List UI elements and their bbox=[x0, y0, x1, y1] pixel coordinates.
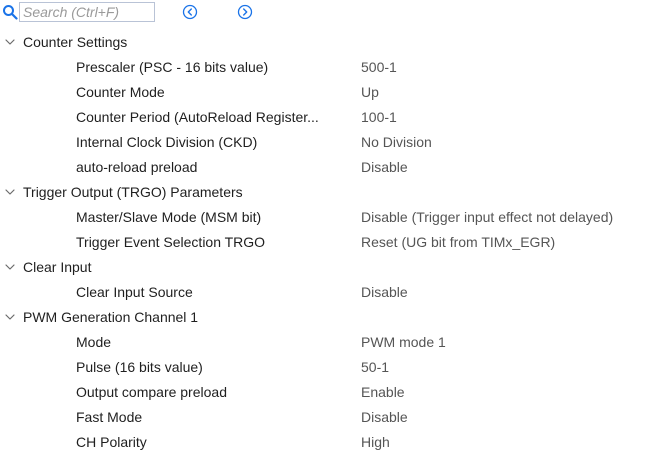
parameter-value[interactable]: 100-1 bbox=[361, 105, 397, 130]
parameter-value[interactable]: Enable bbox=[361, 380, 405, 405]
parameter-row[interactable]: Pulse (16 bits value) 50-1 bbox=[0, 355, 672, 380]
parameter-value[interactable]: 500-1 bbox=[361, 55, 397, 80]
parameter-row[interactable]: Mode PWM mode 1 bbox=[0, 330, 672, 355]
chevron-down-icon[interactable] bbox=[5, 263, 15, 271]
circle-chevron-right-icon[interactable] bbox=[237, 4, 253, 20]
parameter-row[interactable]: Fast Mode Disable bbox=[0, 405, 672, 430]
group-header[interactable]: Counter Settings bbox=[0, 30, 672, 55]
parameter-name: Mode bbox=[76, 334, 112, 350]
parameter-value[interactable]: Disable bbox=[361, 280, 408, 305]
group-header[interactable]: Trigger Output (TRGO) Parameters bbox=[0, 180, 672, 205]
parameter-name: Master/Slave Mode (MSM bit) bbox=[76, 209, 262, 225]
parameter-name: Internal Clock Division (CKD) bbox=[76, 134, 258, 150]
parameter-name: Fast Mode bbox=[76, 409, 143, 425]
parameter-value[interactable]: Disable bbox=[361, 405, 408, 430]
circle-chevron-left-icon[interactable] bbox=[182, 4, 198, 20]
parameter-value[interactable]: High bbox=[361, 430, 390, 455]
parameter-value[interactable]: Reset (UG bit from TIMx_EGR) bbox=[361, 230, 555, 255]
parameter-name: Clear Input Source bbox=[76, 284, 193, 300]
group-label: Counter Settings bbox=[23, 34, 128, 50]
parameter-row[interactable]: Output compare preload Enable bbox=[0, 380, 672, 405]
chevron-down-icon[interactable] bbox=[5, 38, 15, 46]
group-header[interactable]: PWM Generation Channel 1 bbox=[0, 305, 672, 330]
parameter-row[interactable]: Internal Clock Division (CKD) No Division bbox=[0, 130, 672, 155]
parameter-value[interactable]: Up bbox=[361, 80, 379, 105]
parameter-name: Output compare preload bbox=[76, 384, 227, 400]
parameter-row[interactable]: auto-reload preload Disable bbox=[0, 155, 672, 180]
group-label: Clear Input bbox=[23, 259, 92, 275]
parameter-name: Counter Period (AutoReload Register... bbox=[76, 109, 319, 125]
chevron-down-icon[interactable] bbox=[5, 313, 15, 321]
parameter-value[interactable]: No Division bbox=[361, 130, 432, 155]
parameter-tree: Counter Settings Prescaler (PSC - 16 bits… bbox=[0, 30, 672, 455]
parameter-value[interactable]: Disable (Trigger input effect not delaye… bbox=[361, 205, 613, 230]
parameter-row[interactable]: Counter Mode Up bbox=[0, 80, 672, 105]
chevron-down-icon[interactable] bbox=[5, 188, 15, 196]
parameter-row[interactable]: Master/Slave Mode (MSM bit) Disable (Trig… bbox=[0, 205, 672, 230]
parameter-row[interactable]: CH Polarity High bbox=[0, 430, 672, 455]
parameter-name: Prescaler (PSC - 16 bits value) bbox=[76, 59, 269, 75]
group-header[interactable]: Clear Input bbox=[0, 255, 672, 280]
parameter-name: auto-reload preload bbox=[76, 159, 198, 175]
parameter-row[interactable]: Trigger Event Selection TRGO Reset (UG bi… bbox=[0, 230, 672, 255]
parameter-row[interactable]: Counter Period (AutoReload Register... 10… bbox=[0, 105, 672, 130]
parameter-value[interactable]: Disable bbox=[361, 155, 408, 180]
search-input[interactable] bbox=[19, 2, 155, 22]
parameter-name: Pulse (16 bits value) bbox=[76, 359, 203, 375]
parameter-name: CH Polarity bbox=[76, 434, 147, 450]
parameter-value[interactable]: 50-1 bbox=[361, 355, 389, 380]
group-label: PWM Generation Channel 1 bbox=[23, 309, 199, 325]
parameter-name: Trigger Event Selection TRGO bbox=[76, 234, 266, 250]
parameter-name: Counter Mode bbox=[76, 84, 165, 100]
parameter-row[interactable]: Clear Input Source Disable bbox=[0, 280, 672, 305]
group-label: Trigger Output (TRGO) Parameters bbox=[23, 184, 243, 200]
magnifier-icon[interactable] bbox=[2, 4, 18, 20]
parameter-value[interactable]: PWM mode 1 bbox=[361, 330, 446, 355]
parameter-row[interactable]: Prescaler (PSC - 16 bits value) 500-1 bbox=[0, 55, 672, 80]
toolbar bbox=[0, 0, 672, 28]
